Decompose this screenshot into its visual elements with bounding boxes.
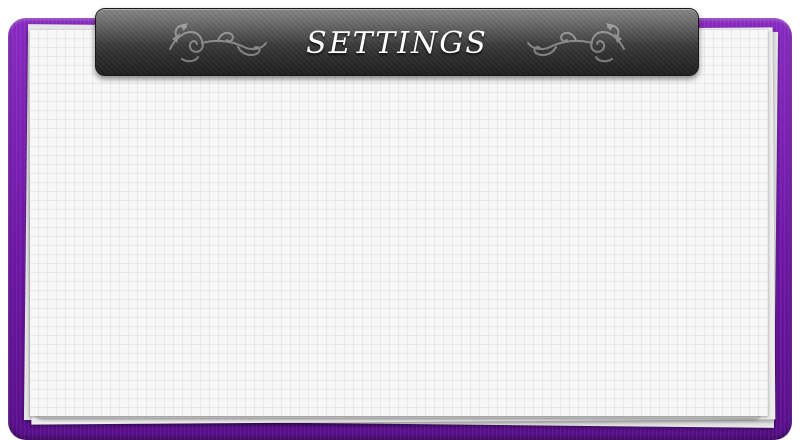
- settings-header: SETTINGS: [95, 8, 699, 76]
- settings-content-area: [30, 30, 768, 416]
- settings-title: SETTINGS: [306, 26, 488, 61]
